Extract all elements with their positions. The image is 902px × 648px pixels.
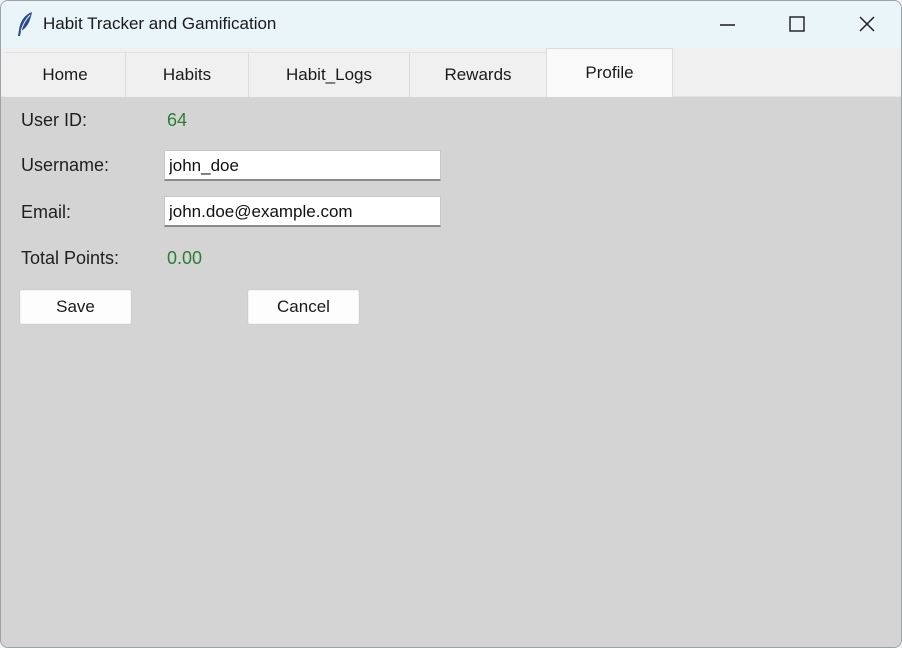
profile-panel: User ID: 64 Username: Email: Total Point… — [1, 97, 901, 647]
tab-bar: Home Habits Habit_Logs Rewards Profile — [1, 48, 901, 97]
close-icon — [859, 16, 875, 32]
feather-icon — [15, 11, 37, 37]
minimize-icon — [720, 24, 735, 26]
maximize-button[interactable] — [761, 1, 831, 48]
minimize-button[interactable] — [691, 1, 761, 48]
tab-home[interactable]: Home — [5, 52, 126, 97]
user-id-label: User ID: — [21, 110, 88, 130]
title-bar[interactable]: Habit Tracker and Gamification — [1, 1, 901, 48]
app-window: Habit Tracker and Gamification Home Habi… — [0, 0, 902, 648]
maximize-icon — [789, 16, 805, 32]
username-label: Username: — [21, 155, 110, 175]
total-points-label: Total Points: — [21, 248, 120, 268]
tab-habits[interactable]: Habits — [126, 52, 249, 97]
total-points-value: 0.00 — [167, 248, 203, 268]
username-input[interactable] — [164, 150, 441, 181]
close-button[interactable] — [831, 1, 901, 48]
email-input[interactable] — [164, 196, 441, 227]
user-id-value: 64 — [167, 110, 188, 130]
tab-habit-logs[interactable]: Habit_Logs — [249, 52, 410, 97]
save-button[interactable]: Save — [19, 289, 132, 325]
tab-rewards[interactable]: Rewards — [410, 52, 547, 97]
email-label: Email: — [21, 202, 72, 222]
cancel-button[interactable]: Cancel — [247, 289, 360, 325]
window-title: Habit Tracker and Gamification — [43, 14, 277, 33]
tab-profile[interactable]: Profile — [546, 48, 673, 97]
